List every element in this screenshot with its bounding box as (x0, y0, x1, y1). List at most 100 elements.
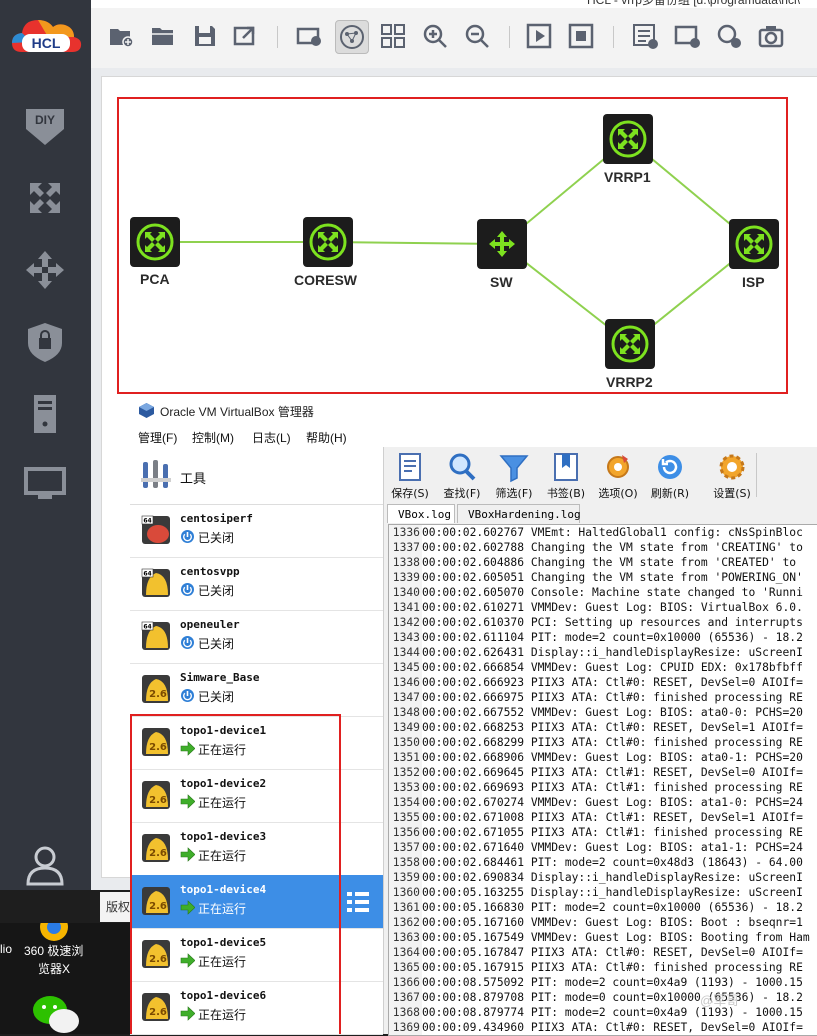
log-toolbar-button-save-log[interactable]: 保存(S) (388, 451, 432, 501)
log-line-text: 00:00:02.668253 PIIX3 ATA: Ctl#0: RESET,… (422, 721, 803, 734)
menu-log[interactable]: 日志(L) (252, 429, 291, 446)
options-icon (607, 455, 629, 478)
log-line-text: 00:00:02.669645 PIIX3 ATA: Ctl#1: RESET,… (422, 766, 803, 779)
log-toolbar-label: 刷新(R) (650, 487, 690, 500)
vm-name: Simware_Base (180, 671, 260, 684)
log-line-number: 1359 (389, 870, 422, 885)
vbox-title-bar: Oracle VM VirtualBox 管理器 (130, 397, 817, 425)
terminal-icon[interactable] (22, 461, 68, 507)
log-line-text: 00:00:02.610370 PCI: Setting up resource… (422, 616, 803, 629)
log-line: 1358 00:00:02.684461 PIT: mode=2 count=0x… (389, 855, 803, 870)
log-line-number: 1336 (389, 525, 422, 540)
log-line-number: 1350 (389, 735, 422, 750)
log-line-text: 00:00:08.575092 PIT: mode=2 count=0x4a9 … (422, 976, 803, 989)
log-line-text: 00:00:05.163255 Display::i_handleDisplay… (422, 886, 803, 899)
log-line-number: 1339 (389, 570, 422, 585)
log-line-number: 1343 (389, 630, 422, 645)
log-line-number: 1354 (389, 795, 422, 810)
log-toolbar-label: 设置(S) (713, 487, 751, 500)
log-line-text: 00:00:02.611104 PIT: mode=2 count=0x1000… (422, 631, 803, 644)
log-line-text: 00:00:05.167847 PIIX3 ATA: Ctl#0: RESET,… (422, 946, 803, 959)
virtualbox-icon (139, 403, 154, 418)
log-line: 1366 00:00:08.575092 PIT: mode=2 count=0x… (389, 975, 803, 990)
log-line-number: 1349 (389, 720, 422, 735)
log-line-number: 1340 (389, 585, 422, 600)
menu-manage[interactable]: 管理(F) (138, 429, 177, 446)
log-line-number: 1348 (389, 705, 422, 720)
log-toolbar-button-find[interactable]: 查找(F) (440, 451, 484, 501)
log-toolbar-button-refresh[interactable]: 刷新(R) (648, 451, 692, 501)
log-line: 1369 00:00:09.434960 PIIX3 ATA: Ctl#0: RE… (389, 1020, 803, 1035)
log-line: 1345 00:00:02.666854 VMMDev: Guest Log: C… (389, 660, 803, 675)
browser-label-line2[interactable]: 览器X (38, 960, 70, 977)
refresh-icon (658, 455, 682, 479)
log-line-text: 00:00:09.434960 PIIX3 ATA: Ctl#0: RESET,… (422, 1021, 803, 1034)
log-line: 1361 00:00:05.166830 PIT: mode=2 count=0x… (389, 900, 803, 915)
log-line: 1344 00:00:02.626431 Display::i_handleDis… (389, 645, 803, 660)
log-line-text: 00:00:02.666923 PIIX3 ATA: Ctl#0: RESET,… (422, 676, 803, 689)
vm-status: 已关闭 (198, 637, 235, 651)
vm-name: centosiperf (180, 512, 253, 525)
log-line: 1368 00:00:08.879774 PIT: mode=2 count=0x… (389, 1005, 803, 1020)
log-line: 1355 00:00:02.671008 PIIX3 ATA: Ctl#1: RE… (389, 810, 803, 825)
log-line-text: 00:00:08.879774 PIT: mode=2 count=0x4a9 … (422, 1006, 803, 1019)
menu-control[interactable]: 控制(M) (192, 429, 234, 446)
vm-row-centosiperf[interactable]: 64 centosiperf 已关闭 (130, 504, 383, 558)
log-line-text: 00:00:02.670274 VMMDev: Guest Log: BIOS:… (422, 796, 803, 809)
log-line-number: 1352 (389, 765, 422, 780)
log-line-text: 00:00:02.605051 Changing the VM state fr… (422, 571, 803, 584)
vm-row-openeuler[interactable]: 64 openeuler 已关闭 (130, 610, 383, 664)
log-toolbar-button-settings[interactable]: 设置(S) (710, 451, 754, 501)
log-line: 1347 00:00:02.666975 PIIX3 ATA: Ctl#0: fi… (389, 690, 803, 705)
log-line-number: 1346 (389, 675, 422, 690)
log-viewer[interactable]: 1336 00:00:02.602767 VMEmt: HaltedGlobal1… (388, 524, 817, 1036)
tab-vbox-log[interactable]: VBox.log (387, 504, 455, 523)
log-line-number: 1347 (389, 690, 422, 705)
log-line-number: 1369 (389, 1020, 422, 1035)
desktop-area: lio 360 极速浏 览器X (0, 923, 130, 1034)
vm-row-centosvpp[interactable]: 64 centosvpp 已关闭 (130, 557, 383, 611)
log-line: 1336 00:00:02.602767 VMEmt: HaltedGlobal1… (389, 525, 803, 540)
vm-os-icon: 64 (141, 621, 170, 650)
log-line-text: 00:00:02.602788 Changing the VM state fr… (422, 541, 803, 554)
log-line-text: 00:00:08.879708 PIT: mode=0 count=0x1000… (422, 991, 803, 1004)
watermark: @军哥 (700, 993, 740, 1008)
log-line: 1351 00:00:02.668906 VMMDev: Guest Log: B… (389, 750, 803, 765)
browser-icon[interactable] (34, 923, 74, 943)
vm-row-simware-base[interactable]: 2.6 Simware_Base 已关闭 (130, 663, 383, 717)
power-off-icon (181, 689, 194, 702)
log-line-number: 1365 (389, 960, 422, 975)
log-line-text: 00:00:02.610271 VMMDev: Guest Log: BIOS:… (422, 601, 803, 614)
wechat-icon[interactable] (30, 993, 82, 1034)
vbox-window-title: Oracle VM VirtualBox 管理器 (160, 405, 314, 419)
vm-os-icon: 64 (141, 568, 170, 597)
log-tabs: VBox.log VBoxHardening.log (384, 504, 817, 524)
log-line-number: 1356 (389, 825, 422, 840)
vm-os-icon: 2.6 (142, 675, 170, 703)
log-line-text: 00:00:02.602767 VMEmt: HaltedGlobal1 con… (422, 526, 803, 539)
log-line-text: 00:00:02.690834 Display::i_handleDisplay… (422, 871, 803, 884)
log-line: 1363 00:00:05.167549 VMMDev: Guest Log: B… (389, 930, 810, 945)
browser-label[interactable]: 360 极速浏 (24, 942, 83, 959)
log-line: 1348 00:00:02.667552 VMMDev: Guest Log: B… (389, 705, 803, 720)
log-line-number: 1368 (389, 1005, 422, 1020)
tab-vboxhardening-log[interactable]: VBoxHardening.log (457, 504, 581, 523)
log-line-text: 00:00:02.667552 VMMDev: Guest Log: BIOS:… (422, 706, 803, 719)
log-line-number: 1362 (389, 915, 422, 930)
vm-status: 已关闭 (198, 690, 235, 704)
log-toolbar-button-bookmark[interactable]: 书签(B) (544, 451, 588, 501)
log-line: 1342 00:00:02.610370 PCI: Setting up reso… (389, 615, 803, 630)
log-toolbar-label: 选项(O) (598, 487, 638, 500)
log-toolbar-label: 查找(F) (443, 487, 481, 500)
bookmark-icon (554, 453, 578, 481)
tools-item[interactable]: 工具 (130, 447, 383, 505)
user-icon[interactable] (22, 842, 68, 888)
desktop-label-fragment: lio (0, 942, 13, 956)
log-toolbar-button-options[interactable]: 选项(O) (596, 451, 640, 501)
log-line-text: 00:00:02.684461 PIT: mode=2 count=0x48d3… (422, 856, 803, 869)
menu-help[interactable]: 帮助(H) (306, 429, 347, 446)
log-line-number: 1357 (389, 840, 422, 855)
log-toolbar-button-filter[interactable]: 筛选(F) (492, 451, 536, 501)
vm-details-menu-icon[interactable] (345, 889, 371, 915)
log-line: 1341 00:00:02.610271 VMMDev: Guest Log: B… (389, 600, 803, 615)
